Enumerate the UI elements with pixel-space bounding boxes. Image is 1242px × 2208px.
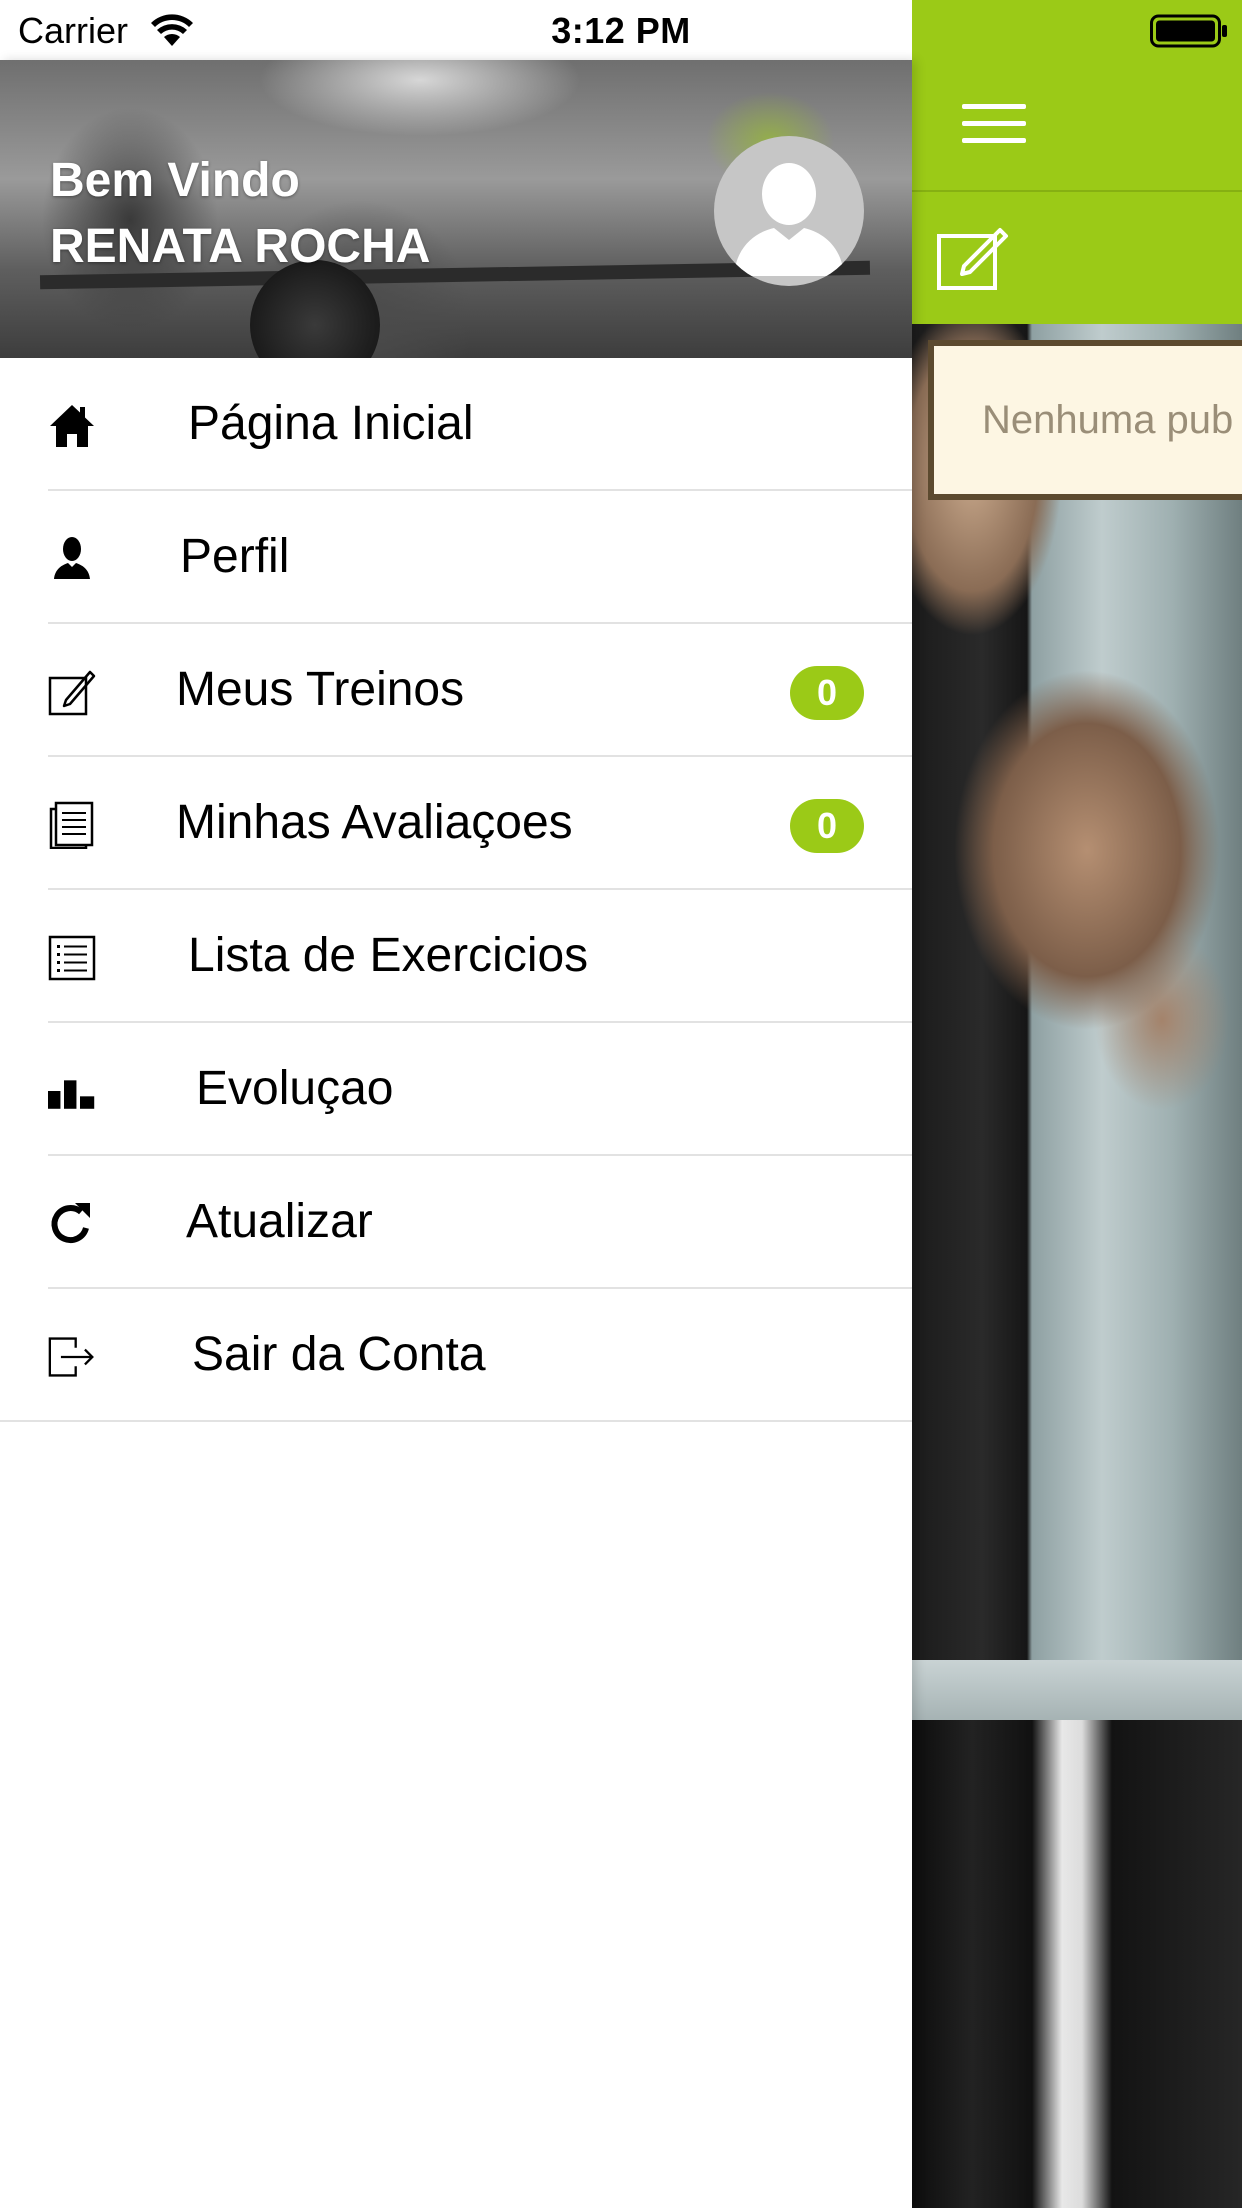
document-icon xyxy=(49,801,94,849)
avaliacoes-count-badge: 0 xyxy=(790,799,864,853)
notice-text: Nenhuma pub xyxy=(982,398,1234,442)
menu-item-atualizar[interactable]: Atualizar xyxy=(0,1156,912,1289)
main-screen xyxy=(912,0,1242,2208)
drawer-header: Bem Vindo RENATA ROCHA xyxy=(0,60,912,358)
menu-item-evolucao[interactable]: Evoluçao xyxy=(0,1023,912,1156)
menu-item-label: Atualizar xyxy=(186,1195,373,1248)
menu-item-label: Página Inicial xyxy=(188,397,474,450)
logout-icon xyxy=(48,1337,94,1377)
background-photo-legs xyxy=(912,1720,1242,2208)
menu-item-label: Sair da Conta xyxy=(192,1328,486,1381)
menu-item-label: Evoluçao xyxy=(196,1062,394,1115)
menu-item-label: Perfil xyxy=(180,530,290,583)
treinos-count-badge: 0 xyxy=(790,666,864,720)
menu-item-minhas-avaliacoes[interactable]: Minhas Avaliaçoes 0 xyxy=(0,757,912,890)
user-icon xyxy=(54,537,90,579)
battery-icon xyxy=(1150,14,1227,48)
menu-item-meus-treinos[interactable]: Meus Treinos 0 xyxy=(0,624,912,757)
menu-item-label: Lista de Exercicios xyxy=(188,929,589,982)
user-name-label: RENATA ROCHA xyxy=(50,220,431,273)
home-icon xyxy=(50,405,94,447)
compose-icon[interactable] xyxy=(936,224,1010,292)
avatar[interactable] xyxy=(714,136,864,286)
edit-icon xyxy=(48,670,96,716)
refresh-icon xyxy=(51,1203,90,1244)
list-icon xyxy=(48,935,96,981)
clock: 3:12 PM xyxy=(551,10,691,51)
menu-item-perfil[interactable]: Perfil xyxy=(0,491,912,624)
menu-item-label: Minhas Avaliaçoes xyxy=(176,796,573,849)
side-drawer: Bem Vindo RENATA ROCHA Página Inicial Pe… xyxy=(0,60,912,2208)
menu-item-lista-de-exercicios[interactable]: Lista de Exercicios xyxy=(0,890,912,1023)
avatar-person-icon xyxy=(734,163,844,276)
menu-item-pagina-inicial[interactable]: Página Inicial xyxy=(0,358,912,491)
drawer-menu: Página Inicial Perfil Meus Treinos 0 Min… xyxy=(0,358,912,1422)
menu-item-sair-da-conta[interactable]: Sair da Conta xyxy=(0,1289,912,1422)
app-bar-divider xyxy=(912,190,1242,192)
greeting-label: Bem Vindo xyxy=(50,154,300,207)
menu-divider xyxy=(0,1420,912,1422)
bar-chart-icon xyxy=(48,1080,95,1109)
menu-hamburger-icon[interactable] xyxy=(962,100,1026,148)
menu-item-label: Meus Treinos xyxy=(176,663,465,716)
welcome-text: Bem Vindo RENATA ROCHA xyxy=(50,148,430,280)
